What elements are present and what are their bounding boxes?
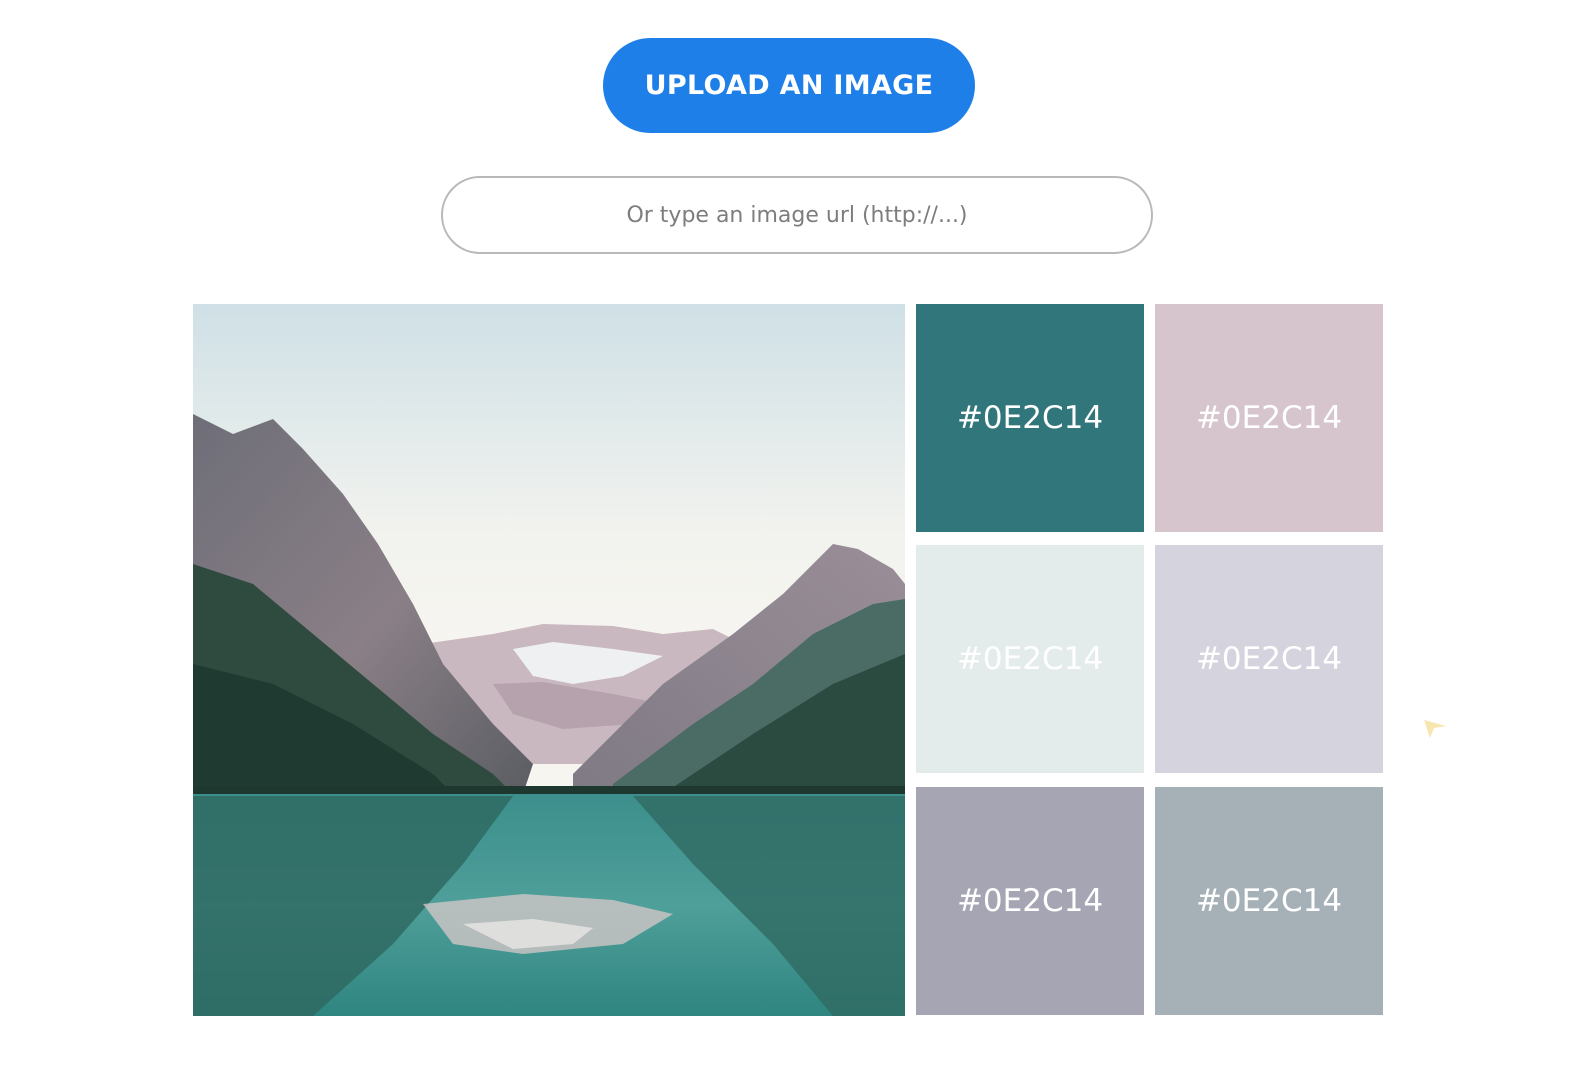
swatch-hex-label: #0E2C14 [1195,883,1343,919]
color-swatch-2[interactable]: #0E2C14 [1155,304,1383,532]
palette-page: UPLOAD AN IMAGE Or type an image url (ht… [0,0,1593,1080]
swatch-hex-label: #0E2C14 [956,883,1104,919]
landscape-photo [193,304,905,1016]
image-url-input[interactable] [441,176,1153,254]
color-swatch-4[interactable]: #0E2C14 [1155,545,1383,773]
color-swatch-3[interactable]: #0E2C14 [916,545,1144,773]
swatch-hex-label: #0E2C14 [1195,641,1343,677]
source-image [193,304,905,1016]
pointer-icon [1424,720,1446,738]
upload-image-button[interactable]: UPLOAD AN IMAGE [603,38,975,133]
swatch-hex-label: #0E2C14 [956,641,1104,677]
color-swatch-6[interactable]: #0E2C14 [1155,787,1383,1015]
swatch-hex-label: #0E2C14 [956,400,1104,436]
color-swatch-1[interactable]: #0E2C14 [916,304,1144,532]
swatch-hex-label: #0E2C14 [1195,400,1343,436]
color-swatch-5[interactable]: #0E2C14 [916,787,1144,1015]
